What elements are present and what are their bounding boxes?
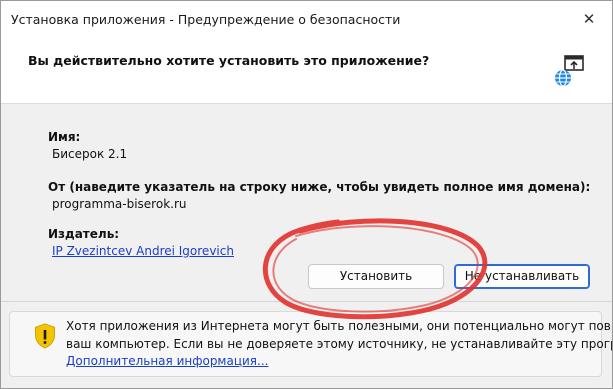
security-warning-dialog: Установка приложения - Предупреждение о … (0, 0, 613, 389)
more-info-link[interactable]: Дополнительная информация... (66, 353, 591, 371)
shield-warning-icon (35, 323, 55, 349)
dialog-header: Вы действительно хотите установить это п… (1, 37, 612, 104)
install-button[interactable]: Установить (308, 264, 444, 289)
name-value: Бисерок 2.1 (52, 147, 128, 161)
install-question: Вы действительно хотите установить это п… (28, 53, 430, 68)
warning-line-2: ваш компьютер. Если вы не доверяете этом… (66, 336, 613, 351)
publisher-label: Издатель: (48, 227, 120, 241)
title-bar: Установка приложения - Предупреждение о … (1, 1, 612, 37)
from-value: programma-biserok.ru (52, 197, 187, 211)
from-label: От (наведите указатель на строку ниже, ч… (48, 180, 591, 194)
warning-text: Хотя приложения из Интернета могут быть … (66, 318, 613, 371)
app-install-globe-icon (555, 55, 584, 87)
name-label: Имя: (48, 130, 81, 144)
window-title: Установка приложения - Предупреждение о … (11, 12, 401, 27)
close-icon[interactable]: ✕ (578, 8, 600, 30)
divider (1, 301, 612, 302)
dont-install-button[interactable]: Не устанавливать (454, 264, 590, 289)
warning-line-1: Хотя приложения из Интернета могут быть … (66, 319, 613, 333)
security-warning-box: Хотя приложения из Интернета могут быть … (9, 311, 613, 377)
publisher-link[interactable]: IP Zvezintcev Andrei Igorevich (52, 244, 234, 258)
